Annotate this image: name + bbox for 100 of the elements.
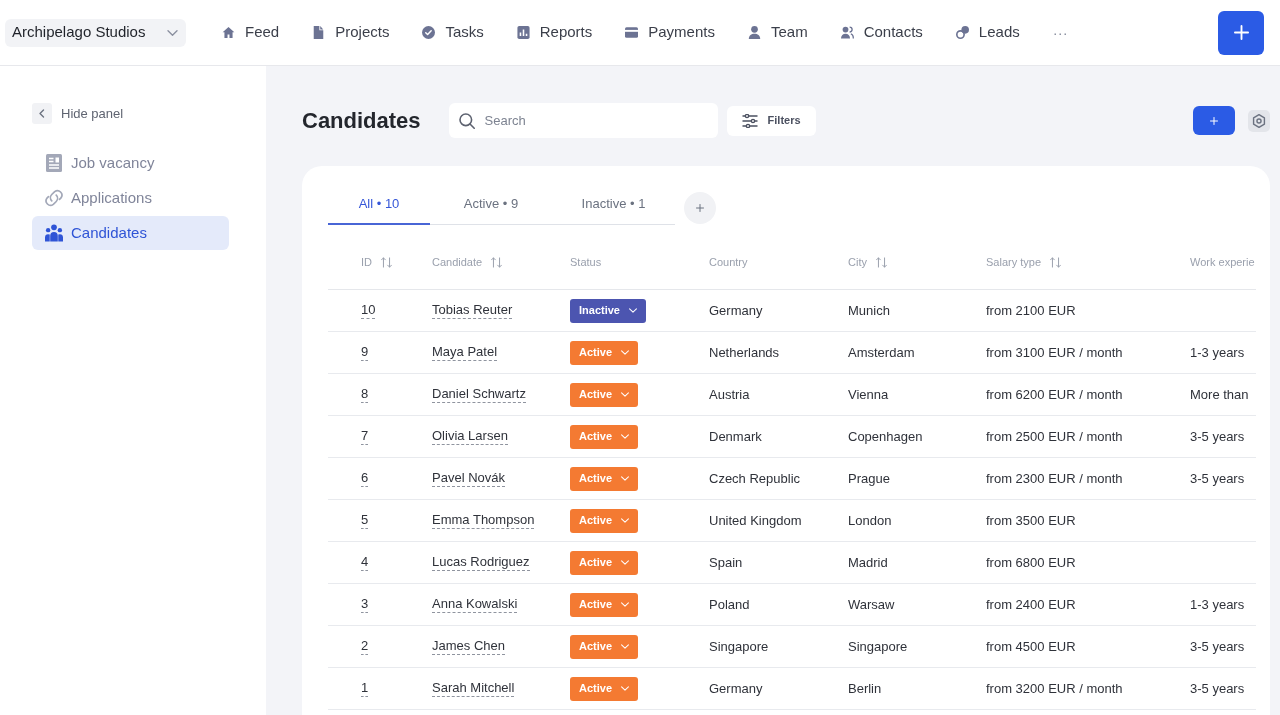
table-cell-text: from 2300 EUR / month bbox=[986, 469, 1123, 488]
candidate-link[interactable]: Anna Kowalski bbox=[432, 596, 518, 613]
credit-card-icon bbox=[625, 26, 639, 39]
candidate-link[interactable]: Emma Thompson bbox=[432, 512, 535, 529]
nav-link[interactable]: Feed bbox=[222, 21, 280, 44]
table-cell-text: from 2400 EUR bbox=[986, 595, 1076, 614]
table-cell-text: Prague bbox=[848, 469, 890, 488]
table-cell-text: from 3500 EUR bbox=[986, 511, 1076, 530]
check-circle-icon bbox=[422, 26, 436, 39]
home-icon bbox=[222, 26, 235, 39]
nav-link[interactable]: Team bbox=[747, 21, 808, 44]
chevron-down-icon bbox=[621, 476, 630, 481]
column-header: Status bbox=[570, 254, 602, 270]
users-icon bbox=[45, 224, 63, 242]
id-link[interactable]: 9 bbox=[361, 344, 369, 361]
search-icon bbox=[458, 113, 475, 129]
chevron-down-icon bbox=[167, 29, 178, 36]
column-header: Country bbox=[709, 254, 748, 270]
table-cell-text: from 6800 EUR bbox=[986, 553, 1076, 572]
table-cell-text: 3-5 years bbox=[1190, 679, 1245, 698]
link-icon bbox=[45, 189, 63, 207]
table-cell-text: Poland bbox=[709, 595, 750, 614]
nav-link[interactable]: Payments bbox=[625, 21, 715, 44]
settings-button[interactable] bbox=[1248, 109, 1270, 132]
plus-icon bbox=[696, 204, 704, 212]
users-icon bbox=[840, 26, 854, 39]
chevron-down-icon bbox=[621, 602, 630, 607]
table-cell-text: London bbox=[848, 511, 892, 530]
sidebar-item[interactable]: Candidates bbox=[32, 216, 229, 250]
table-cell-text: from 2100 EUR bbox=[986, 301, 1076, 320]
table-cell-text: 1-3 years bbox=[1190, 595, 1245, 614]
table-cell-text: from 4500 EUR bbox=[986, 637, 1076, 656]
candidate-link[interactable]: Pavel Novák bbox=[432, 470, 505, 487]
id-link[interactable]: 1 bbox=[361, 680, 369, 697]
tab[interactable]: All • 10 bbox=[328, 184, 430, 225]
table-cell-text: 1-3 years bbox=[1190, 343, 1245, 362]
tab[interactable]: Inactive • 1 bbox=[552, 184, 675, 225]
id-link[interactable]: 10 bbox=[361, 302, 376, 319]
table-cell-text: 3-5 years bbox=[1190, 427, 1245, 446]
nav-link[interactable]: Contacts bbox=[840, 21, 923, 44]
table-cell-text: Czech Republic bbox=[709, 469, 801, 488]
id-link[interactable]: 6 bbox=[361, 470, 369, 487]
candidate-link[interactable]: Daniel Schwartz bbox=[432, 386, 526, 403]
id-link[interactable]: 7 bbox=[361, 428, 369, 445]
status-dropdown[interactable]: Inactive bbox=[570, 298, 646, 323]
candidate-link[interactable]: Tobias Reuter bbox=[432, 302, 513, 319]
sliders-icon bbox=[741, 113, 758, 128]
hide-panel-button[interactable]: Hide panel bbox=[32, 103, 124, 124]
table-cell-text: Amsterdam bbox=[848, 343, 915, 362]
chevron-down-icon bbox=[621, 560, 630, 565]
chevron-left-icon bbox=[32, 103, 52, 124]
chevron-down-icon bbox=[621, 686, 630, 691]
table-cell-text: More than bbox=[1190, 385, 1249, 404]
table-cell-text: Denmark bbox=[709, 427, 762, 446]
table-cell-text: Munich bbox=[848, 301, 890, 320]
table-cell-text: Germany bbox=[709, 301, 763, 320]
table-cell-text: United Kingdom bbox=[709, 511, 802, 530]
workspace-selector[interactable]: Archipelago Studios bbox=[5, 18, 186, 47]
table-cell-text: Madrid bbox=[848, 553, 888, 572]
id-link[interactable]: 3 bbox=[361, 596, 369, 613]
table-cell-text: from 2500 EUR / month bbox=[986, 427, 1123, 446]
gear-icon bbox=[1252, 113, 1266, 128]
table-cell-text: Copenhagen bbox=[848, 427, 923, 446]
table-cell-text: from 3100 EUR / month bbox=[986, 343, 1123, 362]
filters-button[interactable]: Filters bbox=[726, 105, 816, 136]
user-icon bbox=[747, 26, 761, 39]
candidate-link[interactable]: Maya Patel bbox=[432, 344, 498, 361]
add-button[interactable] bbox=[1218, 10, 1264, 55]
nav-link[interactable]: Leads bbox=[955, 21, 1020, 44]
plus-icon bbox=[1210, 116, 1218, 125]
add-candidate-button[interactable] bbox=[1193, 106, 1235, 135]
table-cell-text: from 3200 EUR / month bbox=[986, 679, 1123, 698]
sidebar-item[interactable]: Job vacancy bbox=[32, 146, 229, 180]
table-cell-text: Austria bbox=[709, 385, 750, 404]
table-cell-text: Spain bbox=[709, 553, 743, 572]
table-cell-text: from 6200 EUR / month bbox=[986, 385, 1123, 404]
id-link[interactable]: 5 bbox=[361, 512, 369, 529]
id-link[interactable]: 2 bbox=[361, 638, 369, 655]
chevron-down-icon bbox=[621, 644, 630, 649]
search-field[interactable]: Search bbox=[448, 103, 718, 138]
chevron-down-icon bbox=[621, 350, 630, 355]
bar-chart-icon bbox=[516, 26, 530, 39]
nav-link[interactable]: Tasks bbox=[422, 21, 484, 44]
nav-link[interactable]: Projects bbox=[312, 21, 390, 44]
chevron-down-icon bbox=[621, 434, 630, 439]
table-cell-text: Germany bbox=[709, 679, 763, 698]
table-cell-text: Warsaw bbox=[848, 595, 895, 614]
table-cell-text: Netherlands bbox=[709, 343, 780, 362]
candidate-link[interactable]: Lucas Rodriguez bbox=[432, 554, 530, 571]
sidebar-item[interactable]: Applications bbox=[32, 181, 229, 215]
table-cell-text: Singapore bbox=[709, 637, 769, 656]
candidate-link[interactable]: Sarah Mitchell bbox=[432, 680, 515, 697]
table-cell-text: Berlin bbox=[848, 679, 882, 698]
id-link[interactable]: 8 bbox=[361, 386, 369, 403]
list-document-icon bbox=[45, 154, 63, 172]
candidate-link[interactable]: James Chen bbox=[432, 638, 505, 655]
candidate-link[interactable]: Olivia Larsen bbox=[432, 428, 508, 445]
tab[interactable]: Active • 9 bbox=[430, 184, 552, 225]
id-link[interactable]: 4 bbox=[361, 554, 369, 571]
nav-link[interactable]: Reports bbox=[516, 21, 593, 44]
